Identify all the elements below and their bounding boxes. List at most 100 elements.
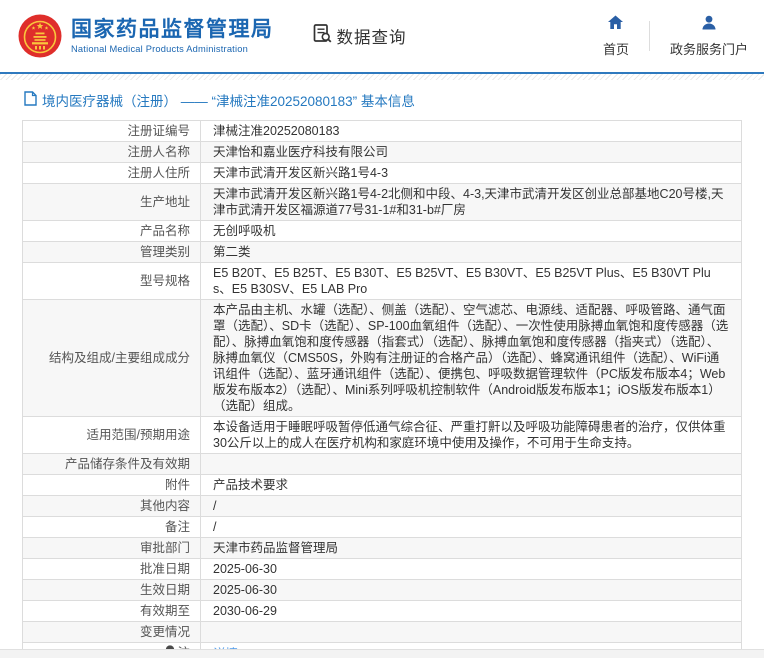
nav-portal-label: 政务服务门户 (670, 39, 748, 58)
table-row: 批准日期 2025-06-30 (23, 559, 742, 580)
row-label-text: 结构及组成/主要组成成分 (49, 351, 190, 365)
table-row: 产品储存条件及有效期 (23, 454, 742, 475)
info-table-wrap: 注册证编号 津械注准20252080183 注册人名称 天津怡和嘉业医疗科技有限… (0, 118, 764, 658)
row-label-text: 生产地址 (140, 195, 190, 209)
row-value: 天津市武清开发区新兴路1号4-2北侧和中段、4-3,天津市武清开发区创业总部基地… (201, 184, 742, 221)
row-value-text: 天津市武清开发区新兴路1号4-3 (213, 166, 388, 180)
row-value: 本设备适用于睡眠呼吸暂停低通气综合征、严重打鼾以及呼吸功能障碍患者的治疗，仅供体… (201, 417, 742, 454)
document-search-icon (312, 23, 337, 49)
row-value (201, 454, 742, 475)
row-value-text: 产品技术要求 (213, 478, 288, 492)
row-label-text: 产品名称 (140, 224, 190, 238)
table-row: 生产地址 天津市武清开发区新兴路1号4-2北侧和中段、4-3,天津市武清开发区创… (23, 184, 742, 221)
footer-strip (0, 649, 764, 658)
row-label-text: 型号规格 (140, 274, 190, 288)
table-row: 附件 产品技术要求 (23, 475, 742, 496)
row-value: E5 B20T、E5 B25T、E5 B30T、E5 B25VT、E5 B30V… (201, 263, 742, 300)
row-label: 注册人名称 (23, 142, 201, 163)
nav-portal[interactable]: 政务服务门户 (666, 15, 752, 58)
row-value: 本产品由主机、水罐（选配）、侧盖（选配）、空气滤芯、电源线、适配器、呼吸管路、通… (201, 300, 742, 417)
row-value-text: / (213, 499, 216, 513)
row-value: / (201, 496, 742, 517)
row-value-text: 天津市药品监督管理局 (213, 541, 338, 555)
table-row: 生效日期 2025-06-30 (23, 580, 742, 601)
user-icon (701, 15, 717, 39)
row-value (201, 622, 742, 643)
row-value-text: 2030-06-29 (213, 604, 277, 618)
row-value: 产品技术要求 (201, 475, 742, 496)
site-header: 国家药品监督管理局 National Medical Products Admi… (0, 0, 764, 74)
table-row: 其他内容 / (23, 496, 742, 517)
row-label-text: 其他内容 (140, 499, 190, 513)
row-label-text: 产品储存条件及有效期 (65, 457, 190, 471)
table-row: 审批部门 天津市药品监督管理局 (23, 538, 742, 559)
breadcrumb-text: 境内医疗器械（注册） —— “津械注准20252080183” 基本信息 (42, 90, 415, 110)
row-label-text: 注册人名称 (127, 145, 190, 159)
row-value-text: 2025-06-30 (213, 562, 277, 576)
table-row: 适用范围/预期用途 本设备适用于睡眠呼吸暂停低通气综合征、严重打鼾以及呼吸功能障… (23, 417, 742, 454)
row-value-text: / (213, 520, 216, 534)
row-label: 变更情况 (23, 622, 201, 643)
national-emblem-logo[interactable] (18, 14, 62, 58)
agency-title-block: 国家药品监督管理局 National Medical Products Admi… (71, 18, 274, 54)
nav-home[interactable]: 首页 (599, 15, 633, 58)
row-value-text: 本产品由主机、水罐（选配）、侧盖（选配）、空气滤芯、电源线、适配器、呼吸管路、通… (213, 303, 728, 413)
row-value: 2025-06-30 (201, 580, 742, 601)
row-label-text: 有效期至 (140, 604, 190, 618)
nav-divider (649, 21, 650, 51)
row-value-text: 2025-06-30 (213, 583, 277, 597)
row-label: 有效期至 (23, 601, 201, 622)
table-row: 型号规格 E5 B20T、E5 B25T、E5 B30T、E5 B25VT、E5… (23, 263, 742, 300)
row-value: 2030-06-29 (201, 601, 742, 622)
row-value-text: 天津怡和嘉业医疗科技有限公司 (213, 145, 388, 159)
agency-name-en: National Medical Products Administration (71, 44, 274, 54)
table-row: 备注 / (23, 517, 742, 538)
row-label-text: 批准日期 (140, 562, 190, 576)
row-label: 其他内容 (23, 496, 201, 517)
row-value-text: 无创呼吸机 (213, 224, 276, 238)
row-label-text: 变更情况 (140, 625, 190, 639)
row-label: 注册人住所 (23, 163, 201, 184)
breadcrumb: 境内医疗器械（注册） —— “津械注准20252080183” 基本信息 (0, 80, 764, 118)
row-label: 适用范围/预期用途 (23, 417, 201, 454)
row-label: 批准日期 (23, 559, 201, 580)
row-label-text: 适用范围/预期用途 (87, 428, 190, 442)
row-label: 备注 (23, 517, 201, 538)
row-label: 附件 (23, 475, 201, 496)
row-value: 天津怡和嘉业医疗科技有限公司 (201, 142, 742, 163)
row-label-text: 注册人住所 (127, 166, 190, 180)
table-row: 变更情况 (23, 622, 742, 643)
home-icon (607, 15, 624, 39)
table-row: 结构及组成/主要组成成分 本产品由主机、水罐（选配）、侧盖（选配）、空气滤芯、电… (23, 300, 742, 417)
row-label: 产品名称 (23, 221, 201, 242)
row-value-text: 天津市武清开发区新兴路1号4-2北侧和中段、4-3,天津市武清开发区创业总部基地… (213, 187, 723, 217)
row-value: / (201, 517, 742, 538)
row-label: 生效日期 (23, 580, 201, 601)
table-row: 产品名称 无创呼吸机 (23, 221, 742, 242)
table-row: 注册证编号 津械注准20252080183 (23, 121, 742, 142)
row-label: 管理类别 (23, 242, 201, 263)
table-row: 注册人住所 天津市武清开发区新兴路1号4-3 (23, 163, 742, 184)
row-label: 产品储存条件及有效期 (23, 454, 201, 475)
row-label-text: 备注 (165, 520, 190, 534)
row-value: 天津市药品监督管理局 (201, 538, 742, 559)
row-value: 无创呼吸机 (201, 221, 742, 242)
header-nav: 首页 政务服务门户 (599, 15, 752, 58)
data-query-button[interactable]: 数据查询 (312, 23, 407, 49)
nav-home-label: 首页 (603, 39, 629, 58)
row-label: 型号规格 (23, 263, 201, 300)
info-table: 注册证编号 津械注准20252080183 注册人名称 天津怡和嘉业医疗科技有限… (22, 120, 742, 658)
data-query-label: 数据查询 (337, 24, 407, 48)
row-value: 津械注准20252080183 (201, 121, 742, 142)
row-label: 生产地址 (23, 184, 201, 221)
row-label-text: 管理类别 (140, 245, 190, 259)
table-row: 注册人名称 天津怡和嘉业医疗科技有限公司 (23, 142, 742, 163)
row-value: 天津市武清开发区新兴路1号4-3 (201, 163, 742, 184)
row-value-text: 本设备适用于睡眠呼吸暂停低通气综合征、严重打鼾以及呼吸功能障碍患者的治疗，仅供体… (213, 420, 726, 450)
row-label: 注册证编号 (23, 121, 201, 142)
row-label-text: 审批部门 (140, 541, 190, 555)
row-label-text: 附件 (165, 478, 190, 492)
row-value-text: E5 B20T、E5 B25T、E5 B30T、E5 B25VT、E5 B30V… (213, 266, 711, 296)
row-label-text: 注册证编号 (127, 124, 190, 138)
row-label-text: 生效日期 (140, 583, 190, 597)
